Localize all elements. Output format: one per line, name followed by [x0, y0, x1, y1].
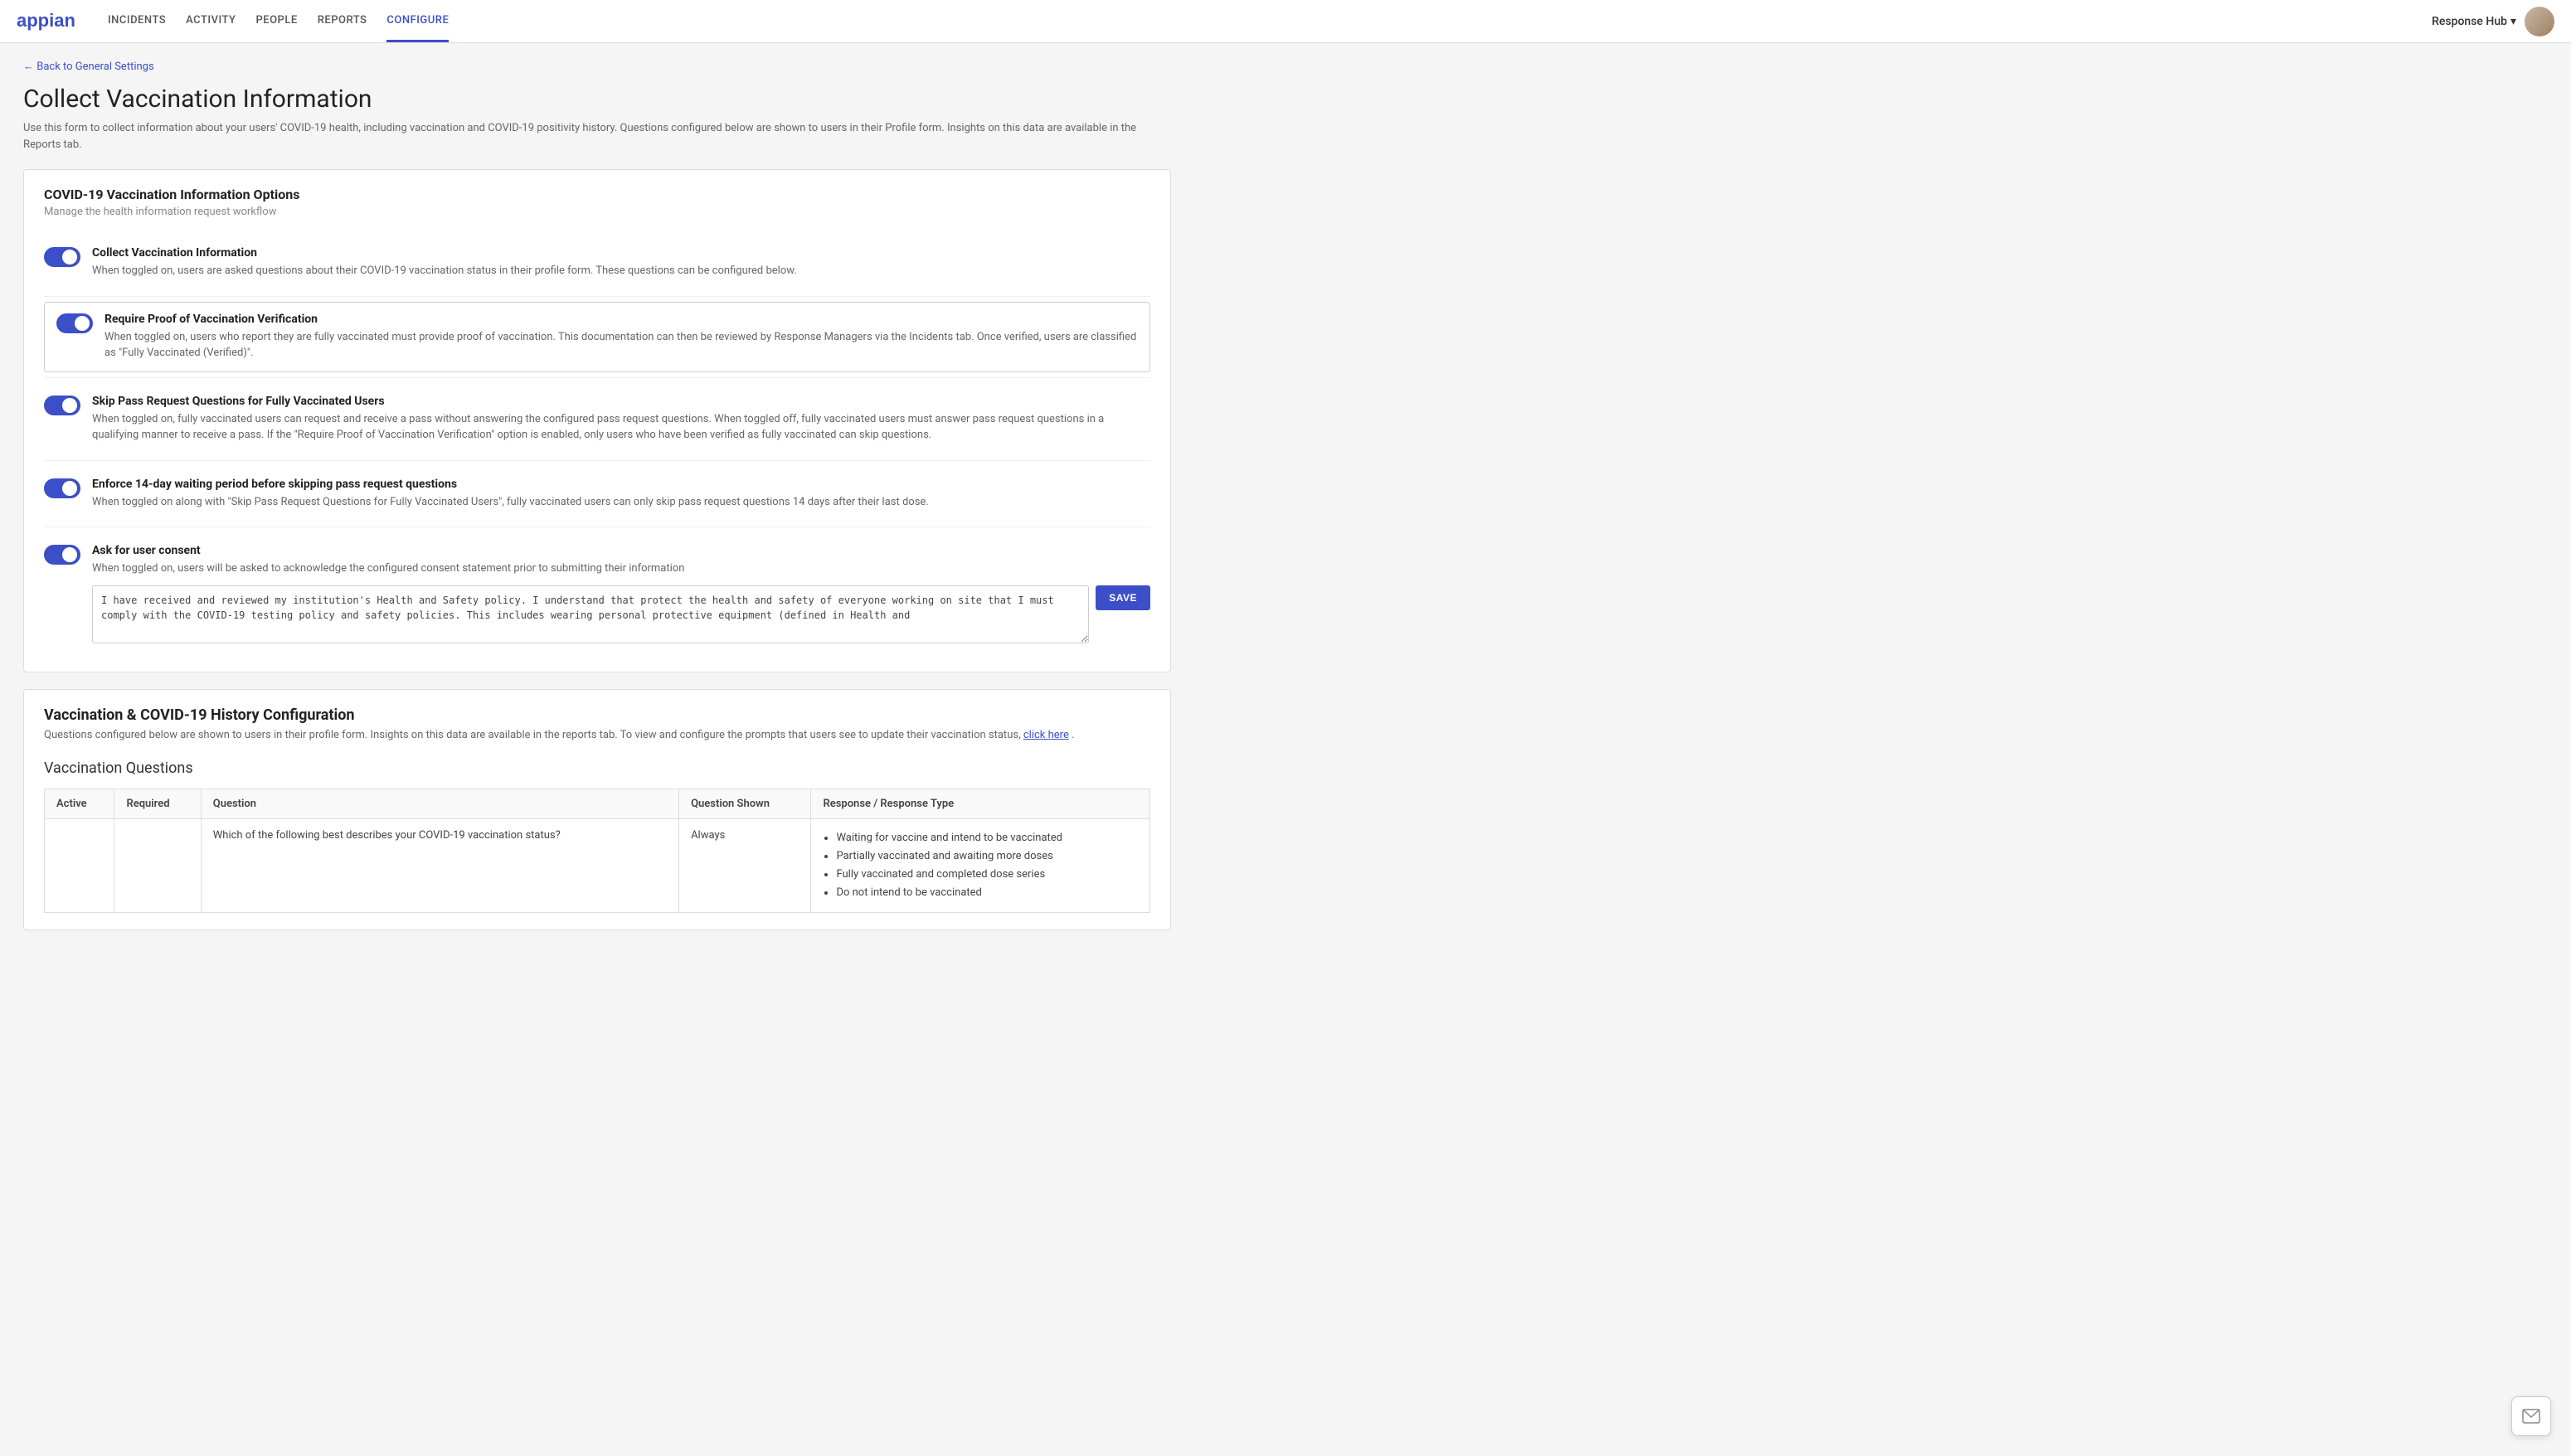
covid-section-title: COVID-19 Vaccination Information Options — [44, 187, 1150, 202]
page-subtitle: Use this form to collect information abo… — [23, 120, 1171, 153]
toggle-collect-vaccination[interactable] — [44, 247, 80, 267]
nav-activity[interactable]: ACTIVITY — [186, 1, 236, 42]
table-row: Which of the following best describes yo… — [45, 819, 1150, 913]
toggle-desc-5: When toggled on, users will be asked to … — [92, 561, 1150, 577]
covid-section-card: COVID-19 Vaccination Information Options… — [23, 169, 1171, 672]
toggle-label-group-2: Require Proof of Vaccination Verificatio… — [104, 313, 1138, 362]
toggle-desc-4: When toggled on along with "Skip Pass Re… — [92, 494, 1150, 511]
toggle-label-group-3: Skip Pass Request Questions for Fully Va… — [92, 395, 1150, 444]
toggle-row-3: Skip Pass Request Questions for Fully Va… — [44, 383, 1150, 455]
toggle-row-1: Collect Vaccination Information When tog… — [44, 235, 1150, 291]
save-button[interactable]: SAVE — [1096, 585, 1150, 610]
toggle-label-group-4: Enforce 14-day waiting period before ski… — [92, 478, 1150, 511]
cell-question-shown: Always — [679, 819, 811, 913]
toggle-user-consent[interactable] — [44, 545, 80, 565]
toggle-label-4: Enforce 14-day waiting period before ski… — [92, 478, 1150, 491]
cell-active — [45, 819, 114, 913]
toggle-label-group-5: Ask for user consent When toggled on, us… — [92, 544, 1150, 643]
toggle-label-group-1: Collect Vaccination Information When tog… — [92, 246, 1150, 279]
nav-people[interactable]: PEOPLE — [255, 1, 297, 42]
toggle-desc-2: When toggled on, users who report they a… — [104, 329, 1138, 362]
toggle-label-2: Require Proof of Vaccination Verificatio… — [104, 313, 1138, 326]
nav-links: INCIDENTS ACTIVITY PEOPLE REPORTS CONFIG… — [108, 1, 2432, 42]
toggle-require-proof[interactable] — [56, 313, 93, 333]
vacc-section-title: Vaccination & COVID-19 History Configura… — [44, 706, 1150, 724]
nav-right: Response Hub ▾ — [2432, 7, 2554, 36]
col-active: Active — [45, 789, 114, 819]
toggle-enforce-14day[interactable] — [44, 478, 80, 498]
toggle-skip-pass[interactable] — [44, 396, 80, 415]
vacc-history-section: Vaccination & COVID-19 History Configura… — [23, 689, 1171, 931]
cell-required — [114, 819, 201, 913]
page-content: ← Back to General Settings Collect Vacci… — [0, 43, 1194, 963]
cell-question: Which of the following best describes yo… — [201, 819, 678, 913]
consent-box: I have received and reviewed my institut… — [92, 585, 1150, 643]
toggle-desc-3: When toggled on, fully vaccinated users … — [92, 411, 1150, 444]
nav-incidents[interactable]: INCIDENTS — [108, 1, 166, 42]
back-link[interactable]: ← Back to General Settings — [23, 60, 1171, 73]
cell-responses: Waiting for vaccine and intend to be vac… — [811, 819, 1150, 913]
response-item: Do not intend to be vaccinated — [836, 884, 1138, 902]
consent-textarea[interactable]: I have received and reviewed my institut… — [92, 585, 1089, 643]
col-response-type: Response / Response Type — [811, 789, 1150, 819]
avatar[interactable] — [2525, 7, 2554, 36]
questions-table: Active Required Question Question Shown … — [44, 789, 1150, 913]
nav-reports[interactable]: REPORTS — [318, 1, 367, 42]
covid-section-desc: Manage the health information request wo… — [44, 206, 1150, 218]
vacc-section-desc: Questions configured below are shown to … — [44, 727, 1150, 744]
vacc-questions-title: Vaccination Questions — [44, 760, 1150, 777]
help-button[interactable] — [2511, 1396, 2551, 1436]
response-item: Fully vaccinated and completed dose seri… — [836, 866, 1138, 884]
response-item: Partially vaccinated and awaiting more d… — [836, 847, 1138, 866]
nav-configure[interactable]: CONFIGURE — [386, 1, 449, 42]
click-here-link[interactable]: click here — [1023, 729, 1069, 741]
response-hub-label[interactable]: Response Hub ▾ — [2432, 15, 2516, 28]
page-title: Collect Vaccination Information — [23, 85, 1171, 114]
toggle-desc-1: When toggled on, users are asked questio… — [92, 263, 1150, 279]
svg-text:appian: appian — [17, 10, 75, 31]
toggle-label-1: Collect Vaccination Information — [92, 246, 1150, 260]
response-item: Waiting for vaccine and intend to be vac… — [836, 829, 1138, 847]
top-navigation: appian INCIDENTS ACTIVITY PEOPLE REPORTS… — [0, 0, 2571, 43]
toggle-row-4: Enforce 14-day waiting period before ski… — [44, 466, 1150, 522]
col-question-shown: Question Shown — [679, 789, 811, 819]
app-logo[interactable]: appian — [17, 8, 83, 35]
toggle-row-2: Require Proof of Vaccination Verificatio… — [44, 302, 1150, 372]
toggle-row-5: Ask for user consent When toggled on, us… — [44, 532, 1150, 655]
toggle-label-3: Skip Pass Request Questions for Fully Va… — [92, 395, 1150, 408]
col-question: Question — [201, 789, 678, 819]
col-required: Required — [114, 789, 201, 819]
toggle-label-5: Ask for user consent — [92, 544, 1150, 557]
